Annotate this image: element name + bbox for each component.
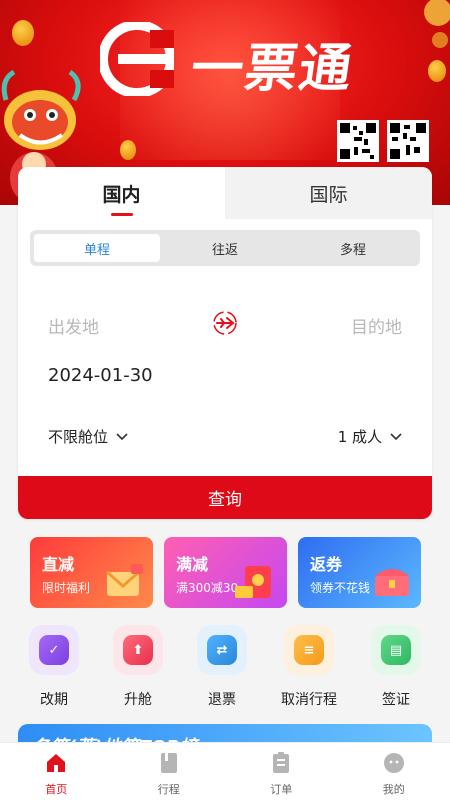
trip-type-one-way[interactable]: 单程	[34, 234, 160, 262]
upgrade-icon: ⬆	[113, 625, 163, 675]
trip-type-selector: 单程 往返 多程	[30, 230, 420, 266]
service-cancel-trip[interactable]: ≡ 取消行程	[274, 625, 344, 709]
swap-cities-icon[interactable]	[212, 310, 238, 336]
tab-domestic[interactable]: 国内	[18, 167, 225, 219]
promo-subtitle: 满300减30	[176, 581, 239, 595]
treasure-chest-icon	[375, 569, 409, 596]
promo-title: 返券	[310, 555, 343, 574]
nav-profile[interactable]: 我的	[338, 743, 450, 800]
promo-card-full-reduction[interactable]: 满减 满300减30	[164, 537, 287, 608]
promo-subtitle: 限时福利	[42, 581, 91, 595]
itinerary-icon	[160, 753, 177, 773]
promo-card-discount[interactable]: 直减 限时福利	[30, 537, 153, 608]
trip-type-round-trip[interactable]: 往返	[162, 234, 288, 262]
nav-itinerary[interactable]: 行程	[113, 743, 226, 800]
profile-icon	[383, 753, 404, 773]
nav-orders[interactable]: 订单	[225, 743, 338, 800]
service-upgrade[interactable]: ⬆ 升舱	[103, 625, 173, 709]
arrival-city-field[interactable]: 目的地	[351, 313, 402, 338]
trip-type-multi-city[interactable]: 多程	[290, 234, 416, 262]
home-icon	[47, 754, 66, 772]
lantern-icon	[428, 60, 446, 82]
promo-title: 直减	[42, 555, 75, 574]
service-visa[interactable]: ▤ 签证	[361, 625, 431, 709]
red-packet-icon	[235, 566, 271, 598]
gold-ornament-icon	[424, 0, 450, 48]
qr-code-icon	[387, 120, 429, 162]
brand-title: 一票通	[187, 38, 358, 99]
refund-icon: ⇄	[197, 625, 247, 675]
search-flights-button[interactable]: 查询	[18, 476, 432, 519]
qr-code-icon	[337, 120, 379, 162]
promo-title: 满减	[176, 555, 209, 574]
cabin-class-label: 不限舱位	[48, 428, 109, 446]
promo-subtitle: 领券不花钱	[310, 581, 371, 595]
passenger-count-select[interactable]: 1 成人	[338, 426, 402, 447]
tab-active-indicator	[111, 213, 133, 216]
departure-date-field[interactable]: 2024-01-30	[48, 365, 153, 386]
brand-logo-icon	[100, 22, 174, 96]
reschedule-icon: ✓	[29, 625, 79, 675]
chevron-down-icon	[390, 432, 402, 440]
service-refund[interactable]: ⇄ 退票	[187, 625, 257, 709]
tab-international[interactable]: 国际	[225, 167, 432, 219]
lantern-icon	[120, 140, 136, 160]
passenger-count-label: 1 成人	[337, 428, 382, 446]
gift-envelope-icon	[106, 564, 143, 596]
cabin-class-select[interactable]: 不限舱位	[48, 426, 128, 447]
promo-card-coupon[interactable]: 返券 领券不花钱	[298, 537, 421, 608]
visa-icon: ▤	[371, 625, 421, 675]
departure-city-field[interactable]: 出发地	[48, 313, 99, 338]
flight-search-card: 国内 国际 单程 往返 多程 出发地 目的地 2024-01-30 不限舱位 1…	[18, 167, 432, 519]
lantern-icon	[12, 20, 34, 46]
bottom-navigation: 首页 行程 订单 我的	[0, 742, 450, 800]
nav-home[interactable]: 首页	[0, 743, 113, 800]
chevron-down-icon	[116, 432, 128, 440]
orders-icon	[273, 752, 290, 773]
cancel-trip-icon: ≡	[284, 625, 334, 675]
service-reschedule[interactable]: ✓ 改期	[19, 625, 89, 709]
